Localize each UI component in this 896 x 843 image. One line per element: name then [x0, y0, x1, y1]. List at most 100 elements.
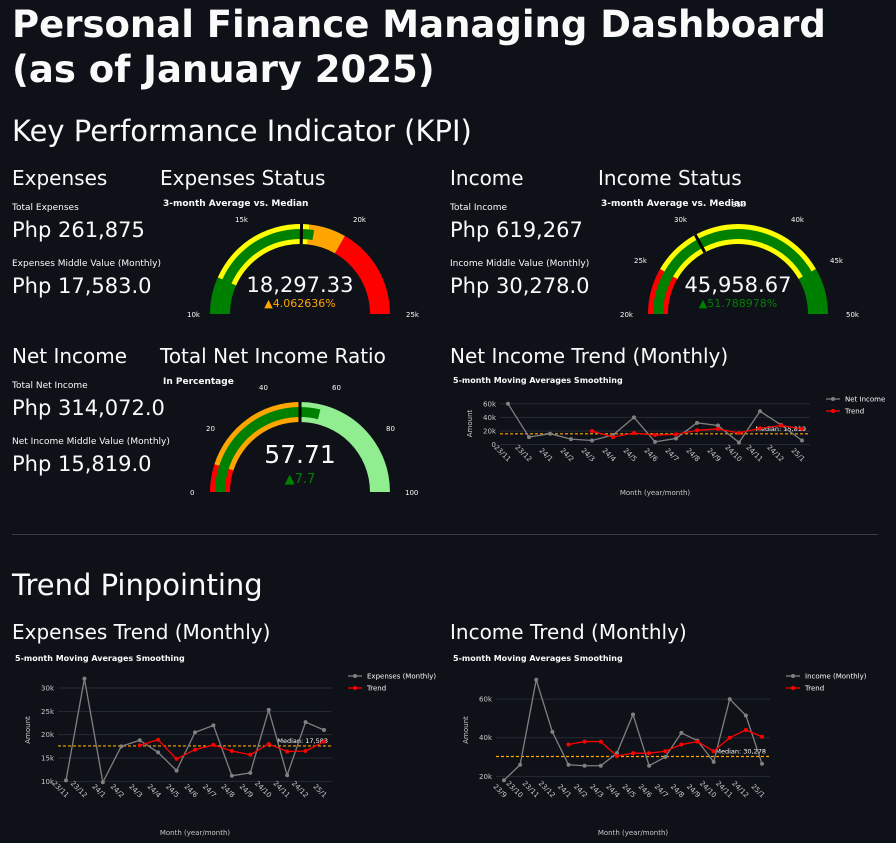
gauge-tick: 15k [235, 216, 249, 224]
income-status-gauge: 3-month Average vs. Median 20k 25k 30k 3… [601, 199, 860, 319]
data-point [156, 737, 161, 742]
data-point [137, 743, 142, 748]
data-point [632, 415, 636, 420]
gauge-tick: 80 [386, 425, 395, 433]
data-point [695, 428, 699, 433]
gauge-tick: 60 [332, 384, 341, 392]
x-tick-label: 23/12 [513, 443, 533, 463]
x-tick-label: 24/3 [127, 783, 144, 800]
gauge-delta: ▲4.062636% [264, 297, 335, 310]
total-net-income-value: Php 314,072.0 [12, 396, 165, 420]
x-tick-label: 24/2 [572, 783, 589, 800]
x-tick-label: 23/11 [521, 779, 541, 799]
gauge-subtitle: 3-month Average vs. Median [163, 199, 308, 209]
data-point [527, 435, 531, 440]
x-tick-label: 24/7 [653, 783, 670, 800]
data-point [663, 749, 668, 754]
legend-label: Trend [844, 408, 864, 416]
data-point [174, 756, 179, 761]
data-point [674, 432, 678, 437]
x-tick-label: 24/10 [723, 443, 743, 463]
data-point [266, 707, 271, 712]
legend-marker [353, 674, 357, 678]
legend-marker [831, 409, 835, 413]
x-tick-label: 24/8 [684, 447, 701, 464]
data-point [590, 428, 594, 433]
gauge-tick: 20k [353, 216, 367, 224]
data-point [611, 435, 615, 440]
x-tick-label: 24/11 [744, 443, 764, 463]
data-point [598, 763, 603, 768]
x-tick-label: 24/12 [765, 443, 785, 463]
net-income-heading: Net Income [12, 344, 128, 368]
x-tick-label: 23/11 [50, 779, 70, 799]
gauge-tick: 25k [406, 311, 420, 319]
data-point [760, 761, 764, 766]
data-point [632, 431, 636, 436]
x-tick-label: 24/7 [663, 447, 680, 464]
legend-marker [791, 686, 795, 690]
y-tick-label: 40k [479, 734, 493, 742]
chart-subtitle: 5-month Moving Averages Smoothing [453, 654, 623, 663]
x-tick-label: 24/1 [556, 783, 573, 800]
gauge-tick: 40k [791, 216, 805, 224]
data-point [743, 728, 748, 732]
x-tick-label: 23/12 [69, 779, 89, 799]
data-point [119, 744, 124, 749]
data-point [229, 773, 234, 778]
income-status-heading: Income Status [598, 166, 742, 190]
total-income-label: Total Income [450, 203, 507, 213]
y-axis-label: Amount [24, 716, 32, 744]
x-tick-label: 24/11 [714, 779, 734, 799]
data-point [727, 735, 732, 740]
x-tick-label: 24/3 [579, 447, 596, 464]
data-point [598, 739, 603, 744]
x-tick-label: 24/8 [219, 783, 236, 800]
chart-subtitle: 5-month Moving Averages Smoothing [453, 376, 623, 385]
expenses-heading: Expenses [12, 166, 108, 190]
x-tick-label: 24/5 [164, 783, 181, 800]
data-point [631, 751, 635, 756]
income-trend-heading: Income Trend (Monthly) [450, 620, 687, 644]
x-tick-label: 24/6 [637, 783, 654, 800]
expenses-middle-label: Expenses Middle Value (Monthly) [12, 259, 161, 269]
legend-label: Expenses (Monthly) [367, 673, 436, 681]
data-point [566, 762, 571, 767]
expenses-status-heading: Expenses Status [160, 166, 326, 190]
data-point [322, 728, 326, 732]
data-point [550, 729, 555, 734]
data-point [506, 401, 510, 406]
x-tick-label: 24/6 [642, 447, 659, 464]
gauge-tick: 50k [846, 311, 860, 319]
data-point [711, 749, 716, 754]
data-point [193, 730, 197, 735]
x-tick-label: 24/4 [600, 447, 617, 464]
data-point [285, 773, 290, 778]
section-divider [12, 534, 878, 535]
gauge-tick: 0 [190, 489, 194, 497]
x-tick-label: 24/9 [238, 783, 255, 800]
gauge-tick: 40 [259, 384, 268, 392]
income-heading: Income [450, 166, 524, 190]
data-point [695, 420, 699, 425]
data-point [653, 433, 657, 438]
data-point [800, 438, 804, 443]
data-point [631, 712, 635, 717]
x-tick-label: 24/4 [604, 783, 621, 800]
kpi-heading: Key Performance Indicator (KPI) [12, 114, 472, 148]
x-tick-label: 24/5 [620, 783, 637, 800]
data-point [569, 437, 573, 442]
data-point [174, 768, 179, 773]
data-point [695, 739, 700, 744]
x-tick-label: 24/8 [669, 783, 686, 800]
gauge-tick: 100 [405, 489, 418, 497]
gauge-tick: 30k [674, 216, 688, 224]
data-point [737, 431, 741, 436]
data-point [614, 754, 619, 759]
gauge-tick: 20k [620, 311, 634, 319]
chart-subtitle: 5-month Moving Averages Smoothing [15, 654, 185, 663]
data-point [800, 426, 804, 431]
data-point [647, 751, 652, 756]
x-tick-label: 24/1 [90, 783, 107, 800]
legend-label: Income (Monthly) [805, 673, 867, 681]
